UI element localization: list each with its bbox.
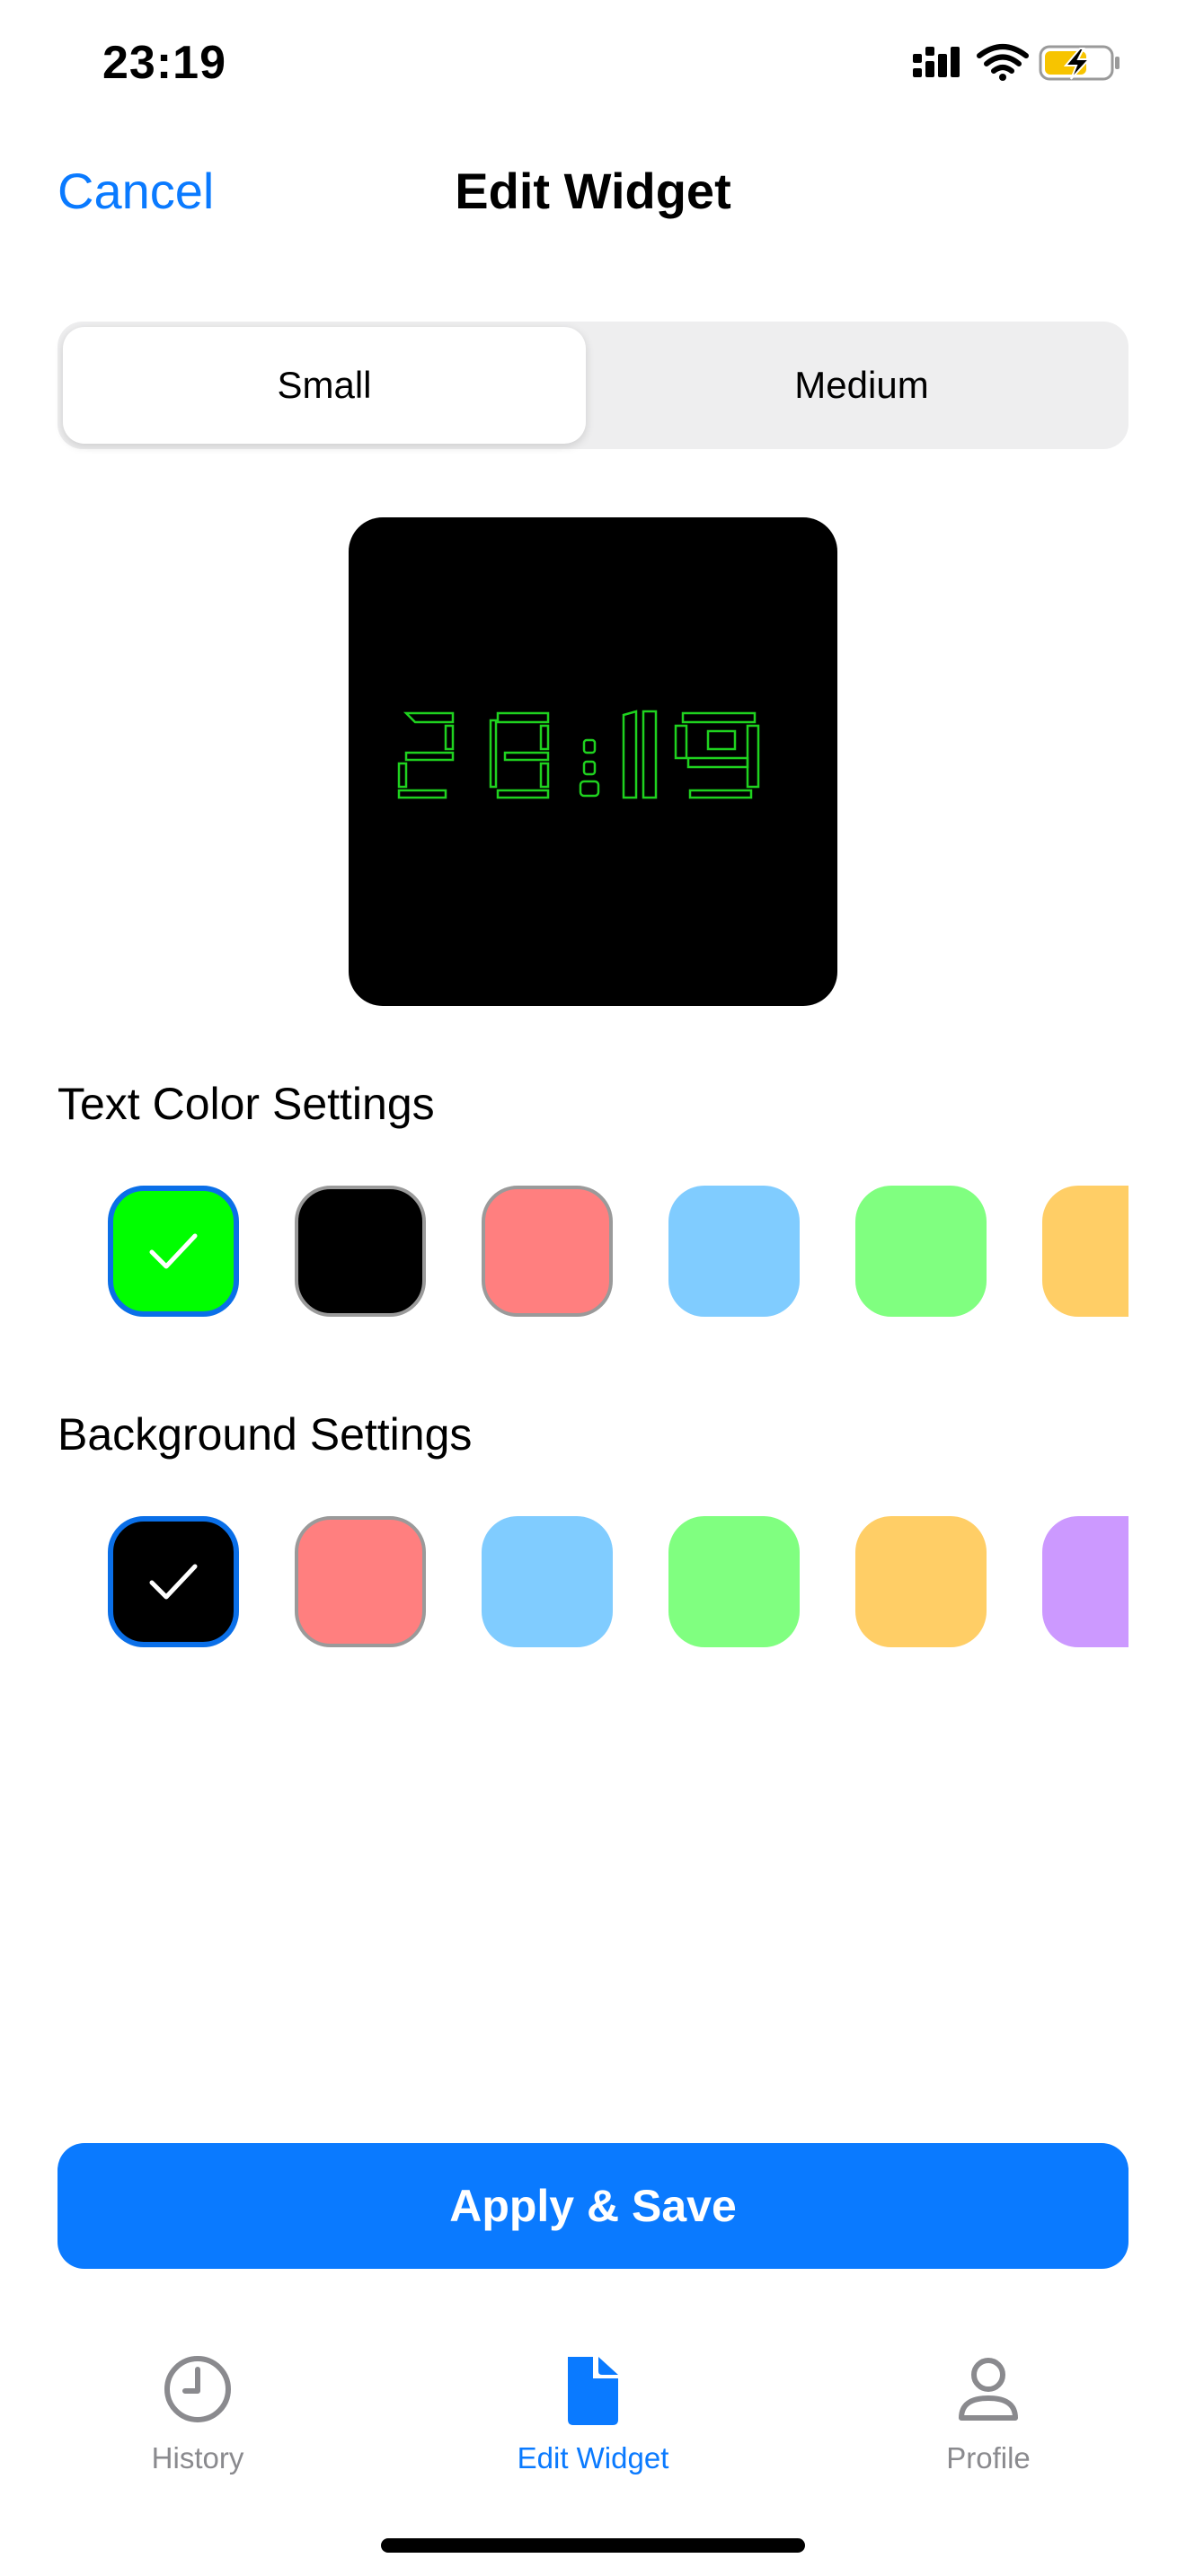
clock-digit: [674, 711, 760, 799]
home-indicator: [381, 2538, 805, 2553]
tab-profile-label: Profile: [946, 2441, 1031, 2475]
size-segmented-control: Small Medium: [58, 322, 1128, 449]
text-color-settings-title: Text Color Settings: [58, 1079, 435, 1129]
text-color-swatch[interactable]: [108, 1186, 239, 1317]
text-color-swatch[interactable]: [295, 1186, 426, 1317]
tab-history-label: History: [151, 2441, 244, 2475]
tab-edit-widget[interactable]: Edit Widget: [458, 2353, 728, 2479]
background-settings-title: Background Settings: [58, 1409, 473, 1460]
widget-clock-display: [397, 710, 760, 799]
background-swatch[interactable]: [295, 1516, 426, 1647]
text-color-swatch-row: [58, 1178, 1128, 1322]
status-time: 23:19: [102, 37, 226, 89]
background-swatch[interactable]: [1042, 1516, 1128, 1647]
text-color-swatch[interactable]: [482, 1186, 613, 1317]
background-swatch-row: [58, 1509, 1128, 1653]
segment-medium[interactable]: Medium: [600, 327, 1123, 444]
background-swatch[interactable]: [108, 1516, 239, 1647]
document-icon: [568, 2357, 618, 2425]
tab-profile[interactable]: Profile: [854, 2353, 1123, 2479]
status-icons: [913, 41, 1128, 86]
text-color-swatch[interactable]: [668, 1186, 800, 1317]
clock-digit: [397, 711, 455, 799]
cancel-button[interactable]: Cancel: [58, 162, 214, 220]
text-color-swatch[interactable]: [1042, 1186, 1128, 1317]
background-swatch[interactable]: [855, 1516, 987, 1647]
clock-digit: [489, 711, 550, 799]
tab-history[interactable]: History: [63, 2353, 332, 2479]
segment-small[interactable]: Small: [63, 327, 586, 444]
person-icon: [959, 2358, 1018, 2421]
widget-preview: [349, 517, 837, 1006]
background-swatch[interactable]: [482, 1516, 613, 1647]
clock-icon: [164, 2356, 231, 2422]
cellular-signal-icon: [913, 47, 960, 77]
clock-digit: [622, 710, 658, 799]
battery-charging-icon: [1039, 45, 1120, 81]
wifi-icon: [977, 44, 1029, 74]
text-color-swatch[interactable]: [855, 1186, 987, 1317]
tab-edit-widget-label: Edit Widget: [517, 2441, 669, 2475]
clock-colon: [579, 738, 600, 798]
checkmark-icon: [149, 1233, 198, 1269]
checkmark-icon: [149, 1564, 198, 1600]
apply-save-button[interactable]: Apply & Save: [58, 2143, 1128, 2269]
background-swatch[interactable]: [668, 1516, 800, 1647]
